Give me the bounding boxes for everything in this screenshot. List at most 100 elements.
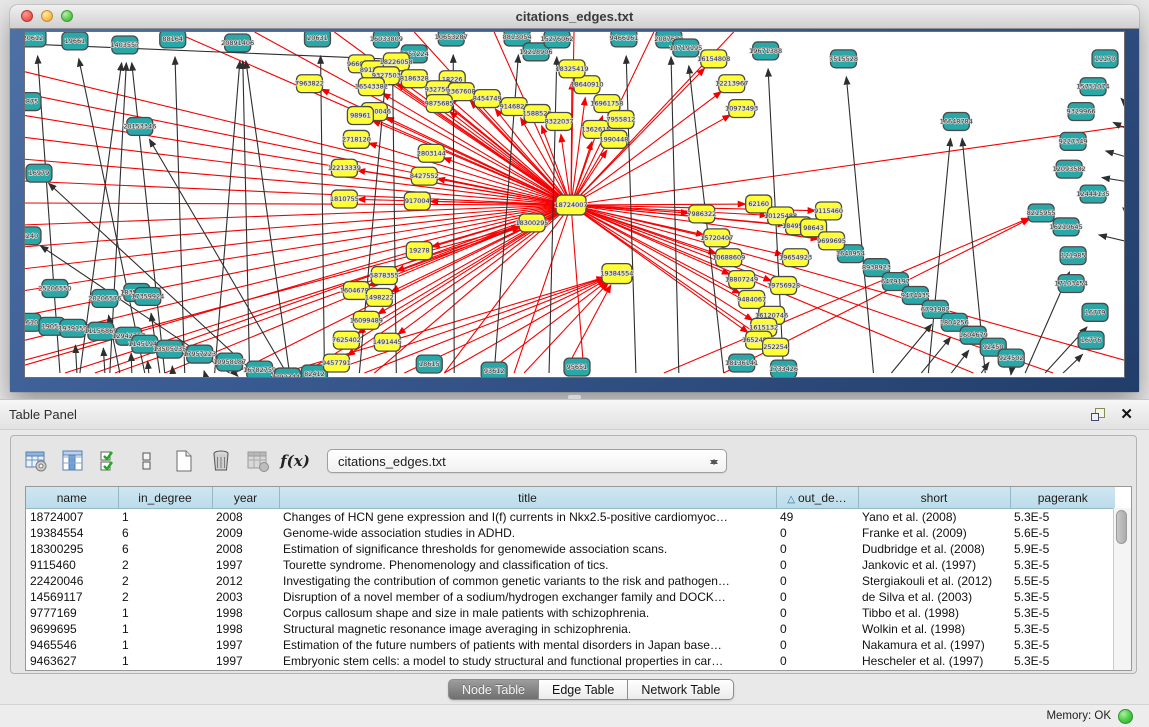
table-row[interactable]: 977716911998Corpus callosum shape and si… (26, 605, 1115, 621)
graph-node[interactable]: 16779 (1082, 303, 1108, 321)
graph-node[interactable]: 12093582 (1053, 160, 1086, 178)
graph-node[interactable]: 9466161 (609, 32, 638, 47)
graph-node[interactable]: 98961 (347, 107, 373, 125)
tab-edge-table[interactable]: Edge Table (539, 679, 628, 700)
graph-node[interactable]: 19384554 (600, 264, 633, 284)
graph-node[interactable]: 15720407 (700, 229, 733, 247)
delete-column-button[interactable] (206, 446, 236, 476)
graph-node[interactable]: 12213339 (328, 159, 361, 177)
graph-node[interactable]: 1990448 (599, 130, 628, 148)
column-visibility-button[interactable] (58, 446, 88, 476)
table-row[interactable]: 1938455462009Genome-wide association stu… (26, 525, 1115, 541)
table-scrollbar[interactable] (1113, 508, 1131, 670)
column-header-short[interactable]: short (858, 487, 1010, 509)
graph-node[interactable]: 25206550 (38, 280, 71, 298)
graph-node[interactable]: 5878355 (370, 267, 399, 285)
float-panel-icon[interactable] (1091, 408, 1105, 422)
scrollbar-thumb[interactable] (1116, 510, 1127, 544)
graph-node[interactable]: 9875685 (425, 95, 454, 113)
table-row[interactable]: 969969511998Structural magnetic resonanc… (26, 621, 1115, 637)
graph-node[interactable]: 20891406 (221, 34, 254, 52)
graph-node[interactable]: 19278 (406, 242, 432, 260)
graph-node[interactable]: 20206576 (88, 290, 121, 308)
graph-node[interactable]: 8454749 (473, 90, 502, 108)
table-select-dropdown[interactable]: citations_edges.txt (327, 449, 727, 473)
graph-node[interactable]: 93612 (481, 362, 507, 377)
graph-node[interactable]: 15276062 (541, 32, 574, 48)
graph-node[interactable]: 9457791 (322, 354, 351, 372)
graph-node[interactable]: 10958187 (213, 353, 246, 371)
graph-node[interactable]: 16099489 (350, 311, 383, 329)
graph-node[interactable]: 8427552 (410, 167, 439, 185)
graph-node[interactable]: 9115460 (814, 202, 843, 220)
graph-node[interactable]: 7963822 (295, 75, 324, 93)
network-canvas[interactable]: 2061219661140355788164208914062063116033… (24, 31, 1125, 378)
graph-node[interactable]: 16543382 (355, 78, 388, 96)
graph-node[interactable]: 17359924 (131, 288, 164, 306)
graph-node[interactable]: 917004 (404, 192, 430, 210)
table-row[interactable]: 946554611997Estimation of the future num… (26, 637, 1115, 653)
graph-node[interactable]: 15751074 (1077, 78, 1110, 96)
graph-node[interactable]: 9227349 (1059, 132, 1088, 150)
graph-node[interactable]: 252254 (763, 338, 789, 356)
graph-node[interactable]: 20612 (25, 32, 46, 47)
graph-node[interactable]: 18300295 (516, 214, 549, 232)
graph-node[interactable]: 16961758 (590, 95, 623, 113)
graph-node[interactable]: 18615 (416, 355, 442, 373)
close-panel-icon[interactable]: ✕ (1120, 405, 1133, 425)
graph-node[interactable]: 924502 (998, 349, 1024, 367)
graph-node[interactable]: 20875 (25, 93, 41, 111)
graph-node[interactable]: 7515528 (829, 50, 858, 68)
column-header-pagerank[interactable]: pagerank (1010, 487, 1115, 509)
graph-node[interactable]: 17103454 (1055, 275, 1088, 293)
graph-node[interactable]: 12444135 (1077, 185, 1110, 203)
delete-table-button[interactable] (243, 446, 273, 476)
column-header-name[interactable]: name (26, 487, 118, 509)
function-builder-button[interactable]: f(x) (280, 446, 310, 476)
table-row[interactable]: 1456911722003Disruption of a novel membe… (26, 589, 1115, 605)
table-row[interactable]: 946362711997Embryonic stem cells: a mode… (26, 653, 1115, 669)
select-all-button[interactable] (95, 446, 125, 476)
column-header-in_degree[interactable]: in_degree (118, 487, 212, 509)
column-header-out_de[interactable]: △out_de… (776, 487, 858, 509)
create-column-button[interactable] (169, 446, 199, 476)
graph-node[interactable]: 2803144 (417, 144, 446, 162)
table-row[interactable]: 1872400712008Changes of HCN gene express… (26, 509, 1115, 526)
graph-node[interactable]: 1810755 (330, 190, 359, 208)
column-header-title[interactable]: title (279, 487, 776, 509)
table-row[interactable]: 2242004622012Investigating the contribut… (26, 573, 1115, 589)
graph-node[interactable]: 95651 (564, 358, 590, 376)
table-row[interactable]: 1830029562008Estimation of significance … (26, 541, 1115, 557)
graph-node[interactable]: 10688609 (712, 249, 745, 267)
hub-graph-node[interactable]: 18724007 (555, 195, 588, 215)
graph-node[interactable]: 7625402 (332, 331, 361, 349)
graph-node[interactable]: 72240 (25, 227, 41, 245)
graph-node[interactable]: 17957223 (183, 345, 216, 363)
graph-node[interactable]: 13505135 (153, 340, 186, 358)
graph-node[interactable]: 121985 (1060, 247, 1086, 265)
row-options-button[interactable] (132, 446, 162, 476)
table-row[interactable]: 911546021997Tourette syndrome. Phenomeno… (26, 557, 1115, 573)
graph-node[interactable]: 11170 (1092, 50, 1118, 68)
graph-node[interactable]: 7955812 (606, 111, 635, 129)
graph-node[interactable]: 10653287 (435, 32, 468, 46)
graph-node[interactable]: 20631 (304, 32, 330, 47)
graph-node[interactable]: 16979 (26, 164, 52, 182)
graph-node[interactable]: 10973493 (725, 100, 758, 118)
graph-node[interactable]: 9329966 (1067, 103, 1096, 121)
graph-node[interactable]: 1939159 (58, 319, 87, 337)
graph-node[interactable]: 12923446 (271, 368, 304, 377)
graph-node[interactable]: 19661 (62, 32, 88, 50)
graph-node[interactable]: 16154808 (697, 50, 730, 68)
graph-node[interactable]: 20153346 (123, 118, 156, 136)
graph-node[interactable]: 2718120 (342, 130, 371, 148)
graph-node[interactable]: 7986322 (687, 205, 716, 223)
tab-network-table[interactable]: Network Table (628, 679, 734, 700)
graph-node[interactable]: 19671388 (749, 42, 782, 60)
graph-node[interactable]: 16210645 (1050, 218, 1083, 236)
table-mode-button[interactable] (21, 446, 51, 476)
graph-node[interactable]: 19756928 (767, 277, 800, 295)
graph-node[interactable]: 18807249 (725, 271, 758, 289)
graph-node[interactable]: 9699695 (817, 232, 846, 250)
tab-node-table[interactable]: Node Table (448, 679, 539, 700)
